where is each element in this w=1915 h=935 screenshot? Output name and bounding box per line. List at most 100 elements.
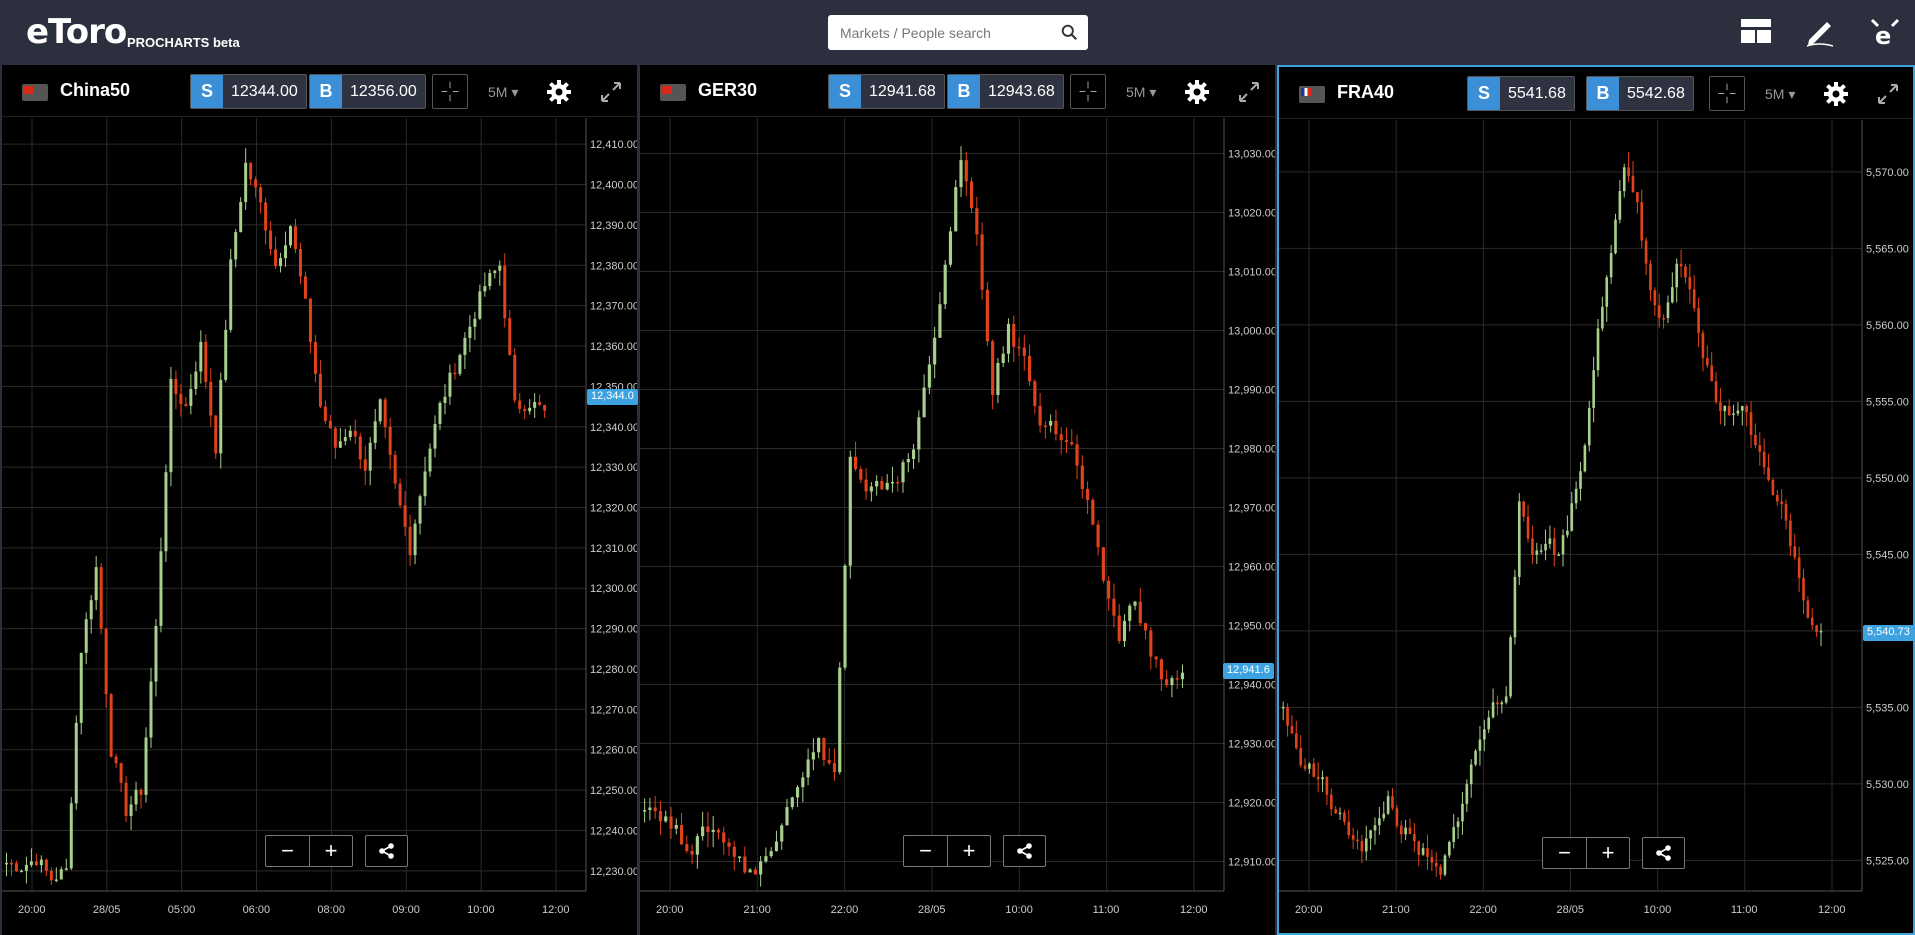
candle-body <box>1128 605 1132 621</box>
buy-button[interactable]: B 12943.68 <box>947 74 1064 109</box>
candle-body <box>313 341 317 374</box>
candle-body <box>1386 796 1390 814</box>
candle-body <box>1684 266 1687 278</box>
expand-icon[interactable] <box>599 80 623 104</box>
gear-icon[interactable] <box>546 79 572 105</box>
share-button[interactable] <box>1642 837 1685 869</box>
candle-body <box>811 752 815 760</box>
sell-button[interactable]: S 12941.68 <box>828 74 945 109</box>
share-button[interactable] <box>1003 835 1046 867</box>
sell-button[interactable]: S 5541.68 <box>1467 76 1575 111</box>
candlestick-chart[interactable]: 13,030.00 13,020.00 13,010.00 13,000.00 12,9… <box>640 118 1275 933</box>
pencil-icon[interactable] <box>1803 14 1837 48</box>
candle-body <box>1736 410 1740 414</box>
y-tick-label: 13,000.00 <box>1228 326 1275 338</box>
candle-body <box>1408 827 1412 835</box>
instrument-name[interactable]: FRA40 <box>1337 82 1394 103</box>
timeframe-select[interactable]: 5M ▾ <box>488 84 518 101</box>
candle-body <box>827 760 831 764</box>
search-icon[interactable] <box>1061 24 1078 41</box>
x-tick-label: 28/05 <box>918 904 946 916</box>
candle-body <box>959 160 963 188</box>
candle-body <box>1789 520 1792 547</box>
zoom-controls: − + <box>265 835 408 867</box>
y-tick-label: 5,565.00 <box>1866 243 1909 255</box>
gear-icon[interactable] <box>1823 81 1849 107</box>
candle-body <box>483 286 487 292</box>
expand-icon[interactable] <box>1237 80 1261 104</box>
candle-body <box>1727 405 1731 416</box>
candle-body <box>1719 402 1722 412</box>
candle-body <box>214 415 218 454</box>
buy-tag: B <box>310 75 342 108</box>
candle-body <box>1382 813 1386 819</box>
candle-body <box>1180 672 1185 680</box>
candle-body <box>1059 434 1063 441</box>
etoro-avatar-icon[interactable]: e <box>1868 14 1902 48</box>
share-button[interactable] <box>365 835 408 867</box>
candlestick-chart[interactable]: 5,570.00 5,565.00 5,560.00 5,555.00 5,550.00… <box>1279 120 1913 933</box>
crosshair-icon[interactable] <box>1070 74 1106 109</box>
sell-button[interactable]: S 12344.00 <box>190 74 307 109</box>
x-tick-label: 20:00 <box>18 904 46 916</box>
candle-body <box>1496 702 1499 705</box>
sell-tag: S <box>1468 77 1500 110</box>
candle-body <box>1662 317 1665 320</box>
crosshair-icon[interactable] <box>1709 76 1745 111</box>
candle-body <box>885 482 889 490</box>
candle-body <box>508 318 512 355</box>
zoom-out-button[interactable]: − <box>266 836 309 866</box>
candle-body <box>911 449 916 459</box>
timeframe-select[interactable]: 5M ▾ <box>1126 84 1156 101</box>
zoom-in-button[interactable]: + <box>309 836 352 866</box>
zoom-controls: − + <box>903 835 1046 867</box>
candle-body <box>864 479 868 492</box>
candle-body <box>1557 554 1560 556</box>
candle-body <box>1107 580 1111 599</box>
candle-body <box>543 404 547 411</box>
buy-button[interactable]: B 5542.68 <box>1586 76 1694 111</box>
candle-body <box>463 337 467 355</box>
candle-body <box>1535 550 1539 555</box>
candle-body <box>488 273 492 287</box>
x-tick-label: 10:00 <box>1644 904 1672 916</box>
candle-body <box>1797 557 1801 578</box>
candle-body <box>184 403 188 406</box>
candle-body <box>503 265 507 319</box>
candle-body <box>1609 253 1613 278</box>
zoom-controls: − + <box>1542 837 1685 869</box>
candle-body <box>1439 866 1442 875</box>
candle-body <box>1395 808 1399 826</box>
y-tick-label: 12,970.00 <box>1228 503 1275 515</box>
chart-panel-ger30: GER30 S 12941.68 B 12943.68 5M ▾ 13,030.… <box>640 65 1275 935</box>
candle-body <box>1417 841 1421 855</box>
timeframe-select[interactable]: 5M ▾ <box>1765 86 1795 103</box>
instrument-name[interactable]: China50 <box>60 80 130 101</box>
buy-button[interactable]: B 12356.00 <box>309 74 426 109</box>
candle-body <box>727 842 731 847</box>
zoom-in-button[interactable]: + <box>947 836 990 866</box>
search-input[interactable] <box>828 15 1048 50</box>
expand-icon[interactable] <box>1876 82 1900 106</box>
candle-body <box>1421 848 1425 855</box>
candle-body <box>1391 796 1394 809</box>
x-tick-label: 12:00 <box>1818 904 1846 916</box>
candle-body <box>1465 784 1469 804</box>
zoom-in-button[interactable]: + <box>1586 838 1629 868</box>
candle-body <box>433 423 437 449</box>
panel-header: China50 S 12344.00 B 12356.00 5M ▾ <box>2 65 637 117</box>
gear-icon[interactable] <box>1184 79 1210 105</box>
zoom-out-button[interactable]: − <box>1543 838 1586 868</box>
crosshair-icon[interactable] <box>432 74 468 109</box>
search-box[interactable] <box>828 15 1088 50</box>
candle-body <box>1149 630 1153 657</box>
instrument-name[interactable]: GER30 <box>698 80 757 101</box>
layout-icon[interactable] <box>1739 14 1773 48</box>
y-tick-label: 5,525.00 <box>1866 855 1909 867</box>
y-tick-label: 5,555.00 <box>1866 396 1909 408</box>
current-price-tag: 5,540.73 <box>1863 625 1914 641</box>
candle-body <box>1049 420 1053 426</box>
candlestick-chart[interactable]: 12,410.00 12,400.00 12,390.00 12,380.00 12,3… <box>2 118 637 933</box>
zoom-out-button[interactable]: − <box>904 836 947 866</box>
etoro-logo[interactable]: eToro <box>26 12 127 52</box>
